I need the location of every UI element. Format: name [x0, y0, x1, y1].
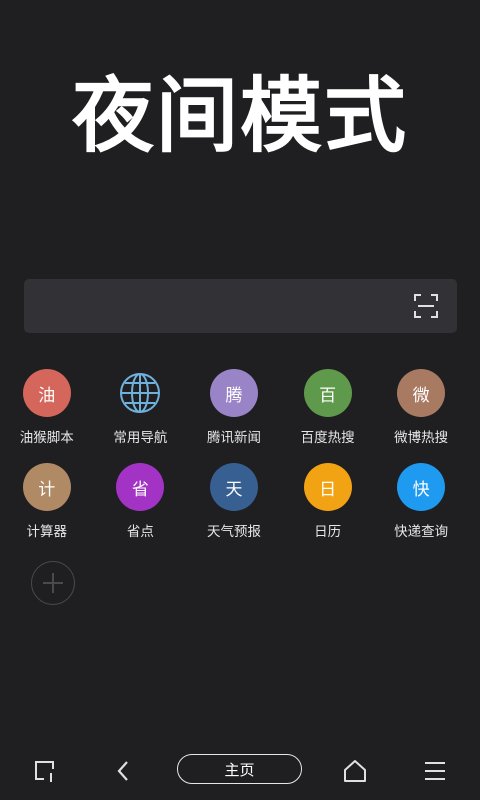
shortcut-label: 常用导航	[113, 430, 168, 446]
badge-glyph: 微	[412, 385, 430, 406]
tabs-button[interactable]	[30, 756, 60, 786]
home-button[interactable]	[340, 756, 370, 786]
add-shortcut-button[interactable]	[31, 561, 75, 605]
letter-badge-icon: 计	[22, 463, 71, 511]
badge-glyph: 腾	[225, 385, 243, 406]
shortcut-shengdian[interactable]: 省 省点	[94, 463, 188, 557]
shortcut-label: 百度热搜	[300, 430, 355, 446]
tabs-icon	[35, 761, 54, 782]
bottom-toolbar: 主页	[0, 744, 480, 800]
search-input[interactable]	[24, 279, 457, 333]
back-button[interactable]	[109, 756, 139, 786]
shortcut-grid: 油 油猴脚本 常用导航 腾 腾讯新闻 百 百度热搜 微 微博热搜 计 计算器 省…	[0, 369, 480, 557]
letter-badge-icon: 天	[209, 463, 258, 511]
badge-glyph: 计	[38, 479, 56, 500]
home-tab-button[interactable]: 主页	[177, 754, 302, 784]
shortcut-weibo-hot[interactable]: 微 微博热搜	[374, 369, 468, 463]
letter-badge-icon: 百	[303, 369, 352, 417]
shortcut-label: 省点	[126, 524, 154, 540]
letter-badge-icon: 微	[397, 369, 446, 417]
scan-button[interactable]	[413, 293, 439, 319]
shortcut-baidu-hot[interactable]: 百 百度热搜	[281, 369, 375, 463]
shortcut-calendar[interactable]: 日 日历	[281, 463, 375, 557]
letter-badge-icon: 省	[116, 463, 165, 511]
letter-badge-icon: 油	[22, 369, 71, 417]
shortcut-navigation[interactable]: 常用导航	[94, 369, 188, 463]
shortcut-weather[interactable]: 天 天气预报	[187, 463, 281, 557]
home-icon	[344, 760, 366, 782]
menu-icon	[425, 762, 445, 780]
letter-badge-icon: 日	[303, 463, 352, 511]
back-icon	[117, 761, 128, 781]
shortcut-row: 计 计算器 省 省点 天 天气预报 日 日历 快 快递查询	[0, 463, 480, 557]
shortcut-label: 油猴脚本	[19, 430, 74, 446]
shortcut-label: 计算器	[26, 524, 68, 540]
page-title: 夜间模式	[71, 69, 408, 164]
letter-badge-icon: 快	[397, 463, 446, 511]
plus-icon	[43, 573, 63, 593]
shortcut-express[interactable]: 快 快递查询	[374, 463, 468, 557]
shortcut-label: 日历	[314, 524, 342, 540]
badge-glyph: 百	[319, 385, 337, 406]
shortcut-label: 天气预报	[206, 524, 261, 540]
letter-badge-icon: 腾	[209, 369, 258, 417]
badge-glyph: 油	[38, 385, 56, 406]
badge-glyph: 快	[412, 479, 430, 500]
badge-glyph: 省	[131, 479, 149, 500]
shortcut-label: 快递查询	[394, 524, 449, 540]
shortcut-label: 腾讯新闻	[206, 430, 261, 446]
badge-glyph: 日	[319, 479, 337, 500]
shortcut-row: 油 油猴脚本 常用导航 腾 腾讯新闻 百 百度热搜 微 微博热搜	[0, 369, 480, 463]
shortcut-tencent-news[interactable]: 腾 腾讯新闻	[187, 369, 281, 463]
shortcut-label: 微博热搜	[394, 430, 449, 446]
scan-icon	[414, 294, 438, 318]
badge-glyph: 天	[225, 479, 243, 500]
shortcut-tampermonkey[interactable]: 油 油猴脚本	[0, 369, 94, 463]
menu-button[interactable]	[420, 756, 450, 786]
globe-icon	[116, 369, 164, 417]
shortcut-calculator[interactable]: 计 计算器	[0, 463, 94, 557]
browser-home-screen: 夜间模式 油 油猴脚本 常用导航 腾 腾讯新闻 百 百度热搜 微 微博热搜 计 …	[0, 0, 480, 800]
